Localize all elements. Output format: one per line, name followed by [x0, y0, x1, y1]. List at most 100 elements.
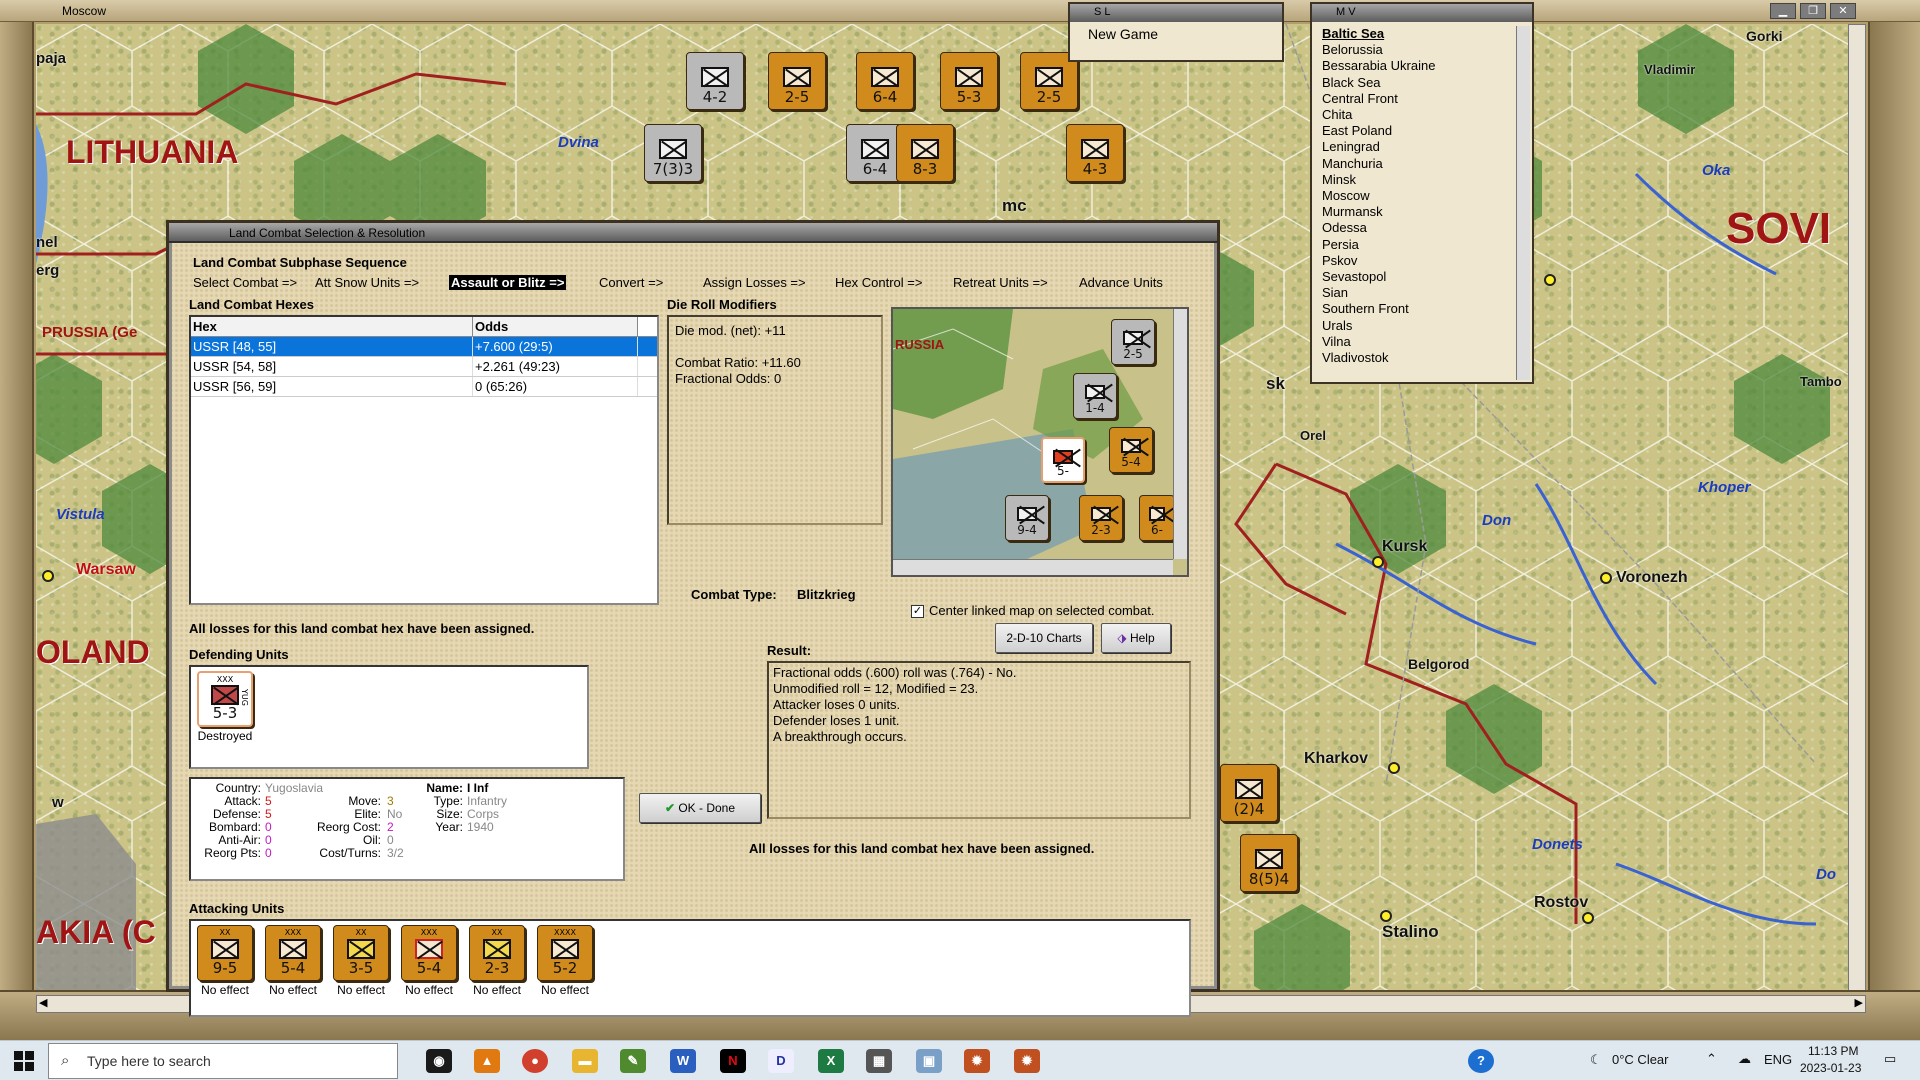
map-view-item[interactable]: Murmansk: [1322, 204, 1462, 220]
minimap-counter[interactable]: 6-: [1139, 495, 1175, 541]
map-view-item[interactable]: Persia: [1322, 237, 1462, 253]
disney-icon[interactable]: D: [768, 1049, 794, 1073]
attacking-unit-card[interactable]: XX 9-5 No effect: [193, 925, 257, 997]
map-vertical-scrollbar[interactable]: [1848, 24, 1866, 994]
map-unit-counter[interactable]: 8-3: [896, 124, 954, 182]
help-tray-icon[interactable]: ?: [1468, 1049, 1494, 1073]
attacker-counter[interactable]: XX 9-5: [197, 925, 253, 981]
minimap-vertical-scrollbar[interactable]: [1173, 309, 1187, 559]
minimap-counter[interactable]: 9-4: [1005, 495, 1049, 541]
map-view-item[interactable]: Manchuria: [1322, 156, 1462, 172]
map-unit-counter[interactable]: (2)4: [1220, 764, 1278, 822]
combat-hexes-table[interactable]: Hex Odds USSR [48, 55] +7.600 (29:5) USS…: [189, 315, 659, 605]
excel-icon[interactable]: X: [818, 1049, 844, 1073]
vlc-icon[interactable]: ▲: [474, 1049, 500, 1073]
map-view-item[interactable]: Belorussia: [1322, 42, 1462, 58]
map-view-item[interactable]: East Poland: [1322, 123, 1462, 139]
map-view-scrollbar[interactable]: [1516, 26, 1530, 380]
map-view-item[interactable]: Minsk: [1322, 172, 1462, 188]
attacker-counter[interactable]: XXXX 5-2: [537, 925, 593, 981]
notepad-icon[interactable]: ✎: [620, 1049, 646, 1073]
map-view-item[interactable]: Southern Front: [1322, 301, 1462, 317]
map-view-item[interactable]: Pskov: [1322, 253, 1462, 269]
network-icon[interactable]: ☁: [1738, 1051, 1751, 1067]
map-unit-counter[interactable]: 4-3: [1066, 124, 1124, 182]
defender-counter[interactable]: XXX YUG 5-3: [197, 671, 253, 727]
windows-start-icon[interactable]: [14, 1051, 34, 1071]
map-view-item[interactable]: Odessa: [1322, 220, 1462, 236]
new-game-item[interactable]: New Game: [1088, 26, 1158, 42]
netflix-icon[interactable]: N: [720, 1049, 746, 1073]
close-icon[interactable]: ✕: [1830, 3, 1856, 19]
help-button[interactable]: ⬗ Help: [1101, 623, 1171, 653]
map-view-item[interactable]: Sian: [1322, 285, 1462, 301]
attacker-counter[interactable]: XXX 5-4: [265, 925, 321, 981]
minimap-counter[interactable]: 5-: [1041, 437, 1085, 483]
map-view-item[interactable]: Moscow: [1322, 188, 1462, 204]
attacking-unit-card[interactable]: XX 3-5 No effect: [329, 925, 393, 997]
map-unit-counter[interactable]: 5-3: [940, 52, 998, 110]
table-row[interactable]: USSR [54, 58] +2.261 (49:23): [191, 357, 657, 377]
map-unit-counter[interactable]: 8(5)4: [1240, 834, 1298, 892]
minimap-counter[interactable]: 5-4: [1109, 427, 1153, 473]
map-unit-counter[interactable]: 4-2: [686, 52, 744, 110]
weather-text[interactable]: 0°C Clear: [1612, 1052, 1669, 1067]
scroll-left-icon[interactable]: ◀: [39, 996, 47, 1009]
scroll-right-icon[interactable]: ▶: [1855, 996, 1863, 1009]
word-icon[interactable]: W: [670, 1049, 696, 1073]
name-value: I Inf: [467, 781, 489, 795]
calculator-icon[interactable]: ▦: [866, 1049, 892, 1073]
language-indicator[interactable]: ENG: [1764, 1052, 1792, 1067]
map-unit-counter[interactable]: 2-5: [768, 52, 826, 110]
chrome-icon[interactable]: ●: [522, 1049, 548, 1073]
game-icon[interactable]: ✹: [964, 1049, 990, 1073]
combat-minimap[interactable]: RUSSIA 2-5 1-4 5-4 5- 9-4 2-3 6-: [891, 307, 1189, 577]
map-view-item[interactable]: Vladivostok: [1322, 350, 1462, 366]
app-icon[interactable]: ▣: [916, 1049, 942, 1073]
minimap-counter[interactable]: 1-4: [1073, 373, 1117, 419]
map-unit-counter[interactable]: 7(3)3: [644, 124, 702, 182]
clock-date[interactable]: 2023-01-23: [1800, 1061, 1861, 1075]
ok-done-button[interactable]: ✔ OK - Done: [639, 793, 761, 823]
dialog-titlebar[interactable]: Land Combat Selection & Resolution: [169, 223, 1217, 243]
map-view-item[interactable]: Bessarabia Ukraine: [1322, 58, 1462, 74]
map-view-titlebar[interactable]: M V: [1312, 4, 1532, 22]
map-view-item[interactable]: Black Sea: [1322, 75, 1462, 91]
map-view-item[interactable]: Vilna: [1322, 334, 1462, 350]
map-view-item[interactable]: Leningrad: [1322, 139, 1462, 155]
table-row[interactable]: USSR [56, 59] 0 (65:26): [191, 377, 657, 397]
attacker-counter[interactable]: XX 3-5: [333, 925, 389, 981]
column-header-odds[interactable]: Odds: [473, 317, 638, 336]
center-map-checkbox[interactable]: ✓: [911, 605, 924, 618]
chevron-up-icon[interactable]: ⌃: [1706, 1051, 1717, 1067]
attacking-unit-card[interactable]: XX 2-3 No effect: [465, 925, 529, 997]
map-unit-counter[interactable]: 6-4: [856, 52, 914, 110]
defending-unit-card[interactable]: XXX YUG 5-3 Destroyed: [193, 671, 257, 743]
steam-icon[interactable]: ◉: [426, 1049, 452, 1073]
game-icon[interactable]: ✹: [1014, 1049, 1040, 1073]
taskbar-search-input[interactable]: ⌕ Type here to search: [48, 1043, 398, 1079]
restore-icon[interactable]: ❐: [1800, 3, 1826, 19]
map-view-item[interactable]: Urals: [1322, 318, 1462, 334]
attacking-unit-card[interactable]: XXX 5-4 No effect: [397, 925, 461, 997]
map-view-item[interactable]: Baltic Sea: [1322, 26, 1462, 42]
map-view-item[interactable]: Sevastopol: [1322, 269, 1462, 285]
attacker-counter[interactable]: XXX 5-4: [401, 925, 457, 981]
minimap-counter[interactable]: 2-3: [1079, 495, 1123, 541]
minimap-horizontal-scrollbar[interactable]: [893, 559, 1173, 575]
map-view-item[interactable]: Central Front: [1322, 91, 1462, 107]
column-header-hex[interactable]: Hex: [191, 317, 473, 336]
minimap-counter[interactable]: 2-5: [1111, 319, 1155, 365]
attacking-unit-card[interactable]: XXXX 5-2 No effect: [533, 925, 597, 997]
clock-time[interactable]: 11:13 PM: [1808, 1044, 1858, 1058]
attacker-counter[interactable]: XX 2-3: [469, 925, 525, 981]
save-load-titlebar[interactable]: S L: [1070, 4, 1282, 22]
minimize-icon[interactable]: ▁: [1770, 3, 1796, 19]
table-row[interactable]: USSR [48, 55] +7.600 (29:5): [191, 337, 657, 357]
charts-button[interactable]: 2-D-10 Charts: [995, 623, 1093, 653]
attacking-unit-card[interactable]: XXX 5-4 No effect: [261, 925, 325, 997]
file-explorer-icon[interactable]: ▬: [572, 1049, 598, 1073]
notification-icon[interactable]: ▭: [1884, 1051, 1896, 1067]
map-view-item[interactable]: Chita: [1322, 107, 1462, 123]
map-view-list[interactable]: Baltic Sea Belorussia Bessarabia Ukraine…: [1322, 26, 1462, 366]
